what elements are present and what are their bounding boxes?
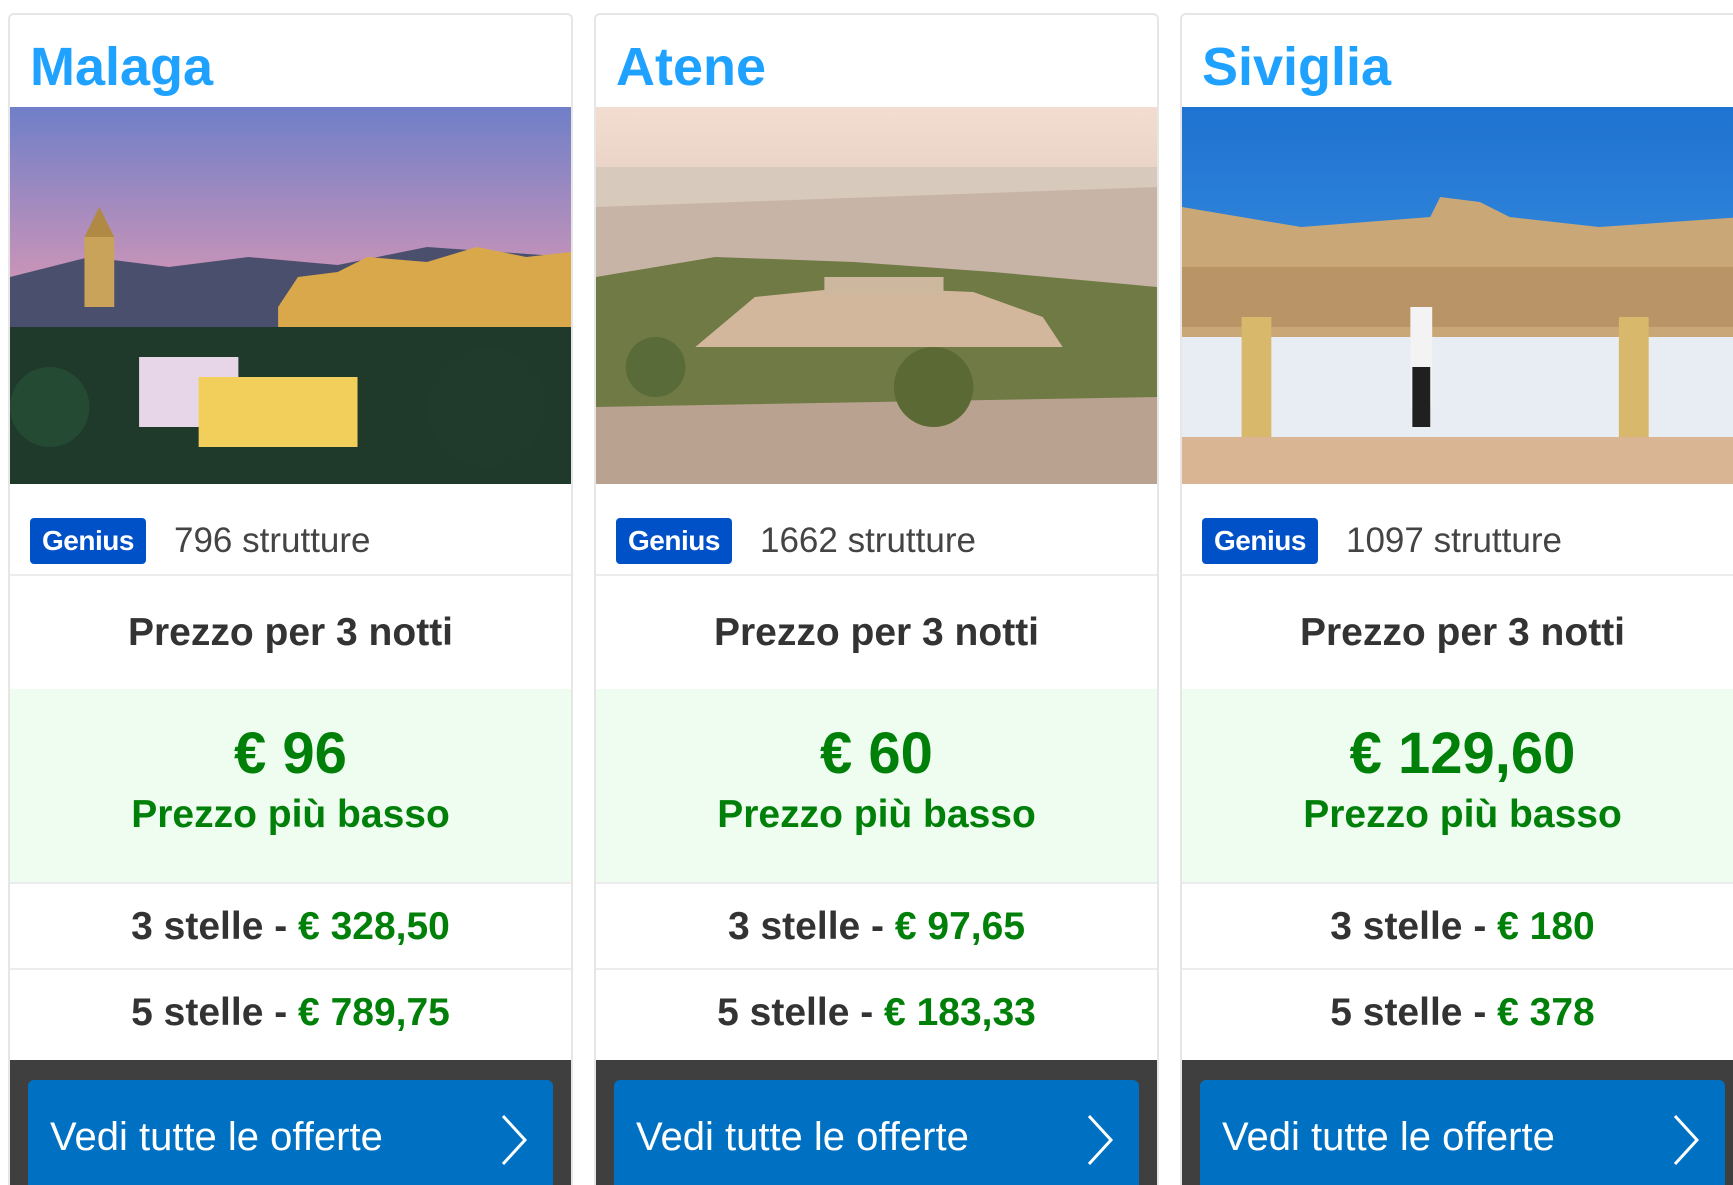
five-star-row: 5 stelle - € 378 — [1182, 970, 1733, 1056]
lowest-price: € 96 — [234, 721, 347, 786]
see-all-offers-label: Vedi tutte le offerte — [50, 1115, 383, 1159]
city-title[interactable]: Malaga — [30, 27, 213, 107]
five-star-label: 5 stelle - — [717, 991, 885, 1034]
see-all-offers-button[interactable]: Vedi tutte le offerte — [614, 1080, 1139, 1185]
five-star-label: 5 stelle - — [131, 991, 299, 1034]
city-photo[interactable] — [1182, 107, 1733, 484]
three-star-price: € 180 — [1497, 905, 1595, 948]
cta-footer: Vedi tutte le offerte — [1182, 1060, 1733, 1185]
five-star-price: € 378 — [1497, 991, 1595, 1034]
genius-badge: Genius — [1202, 518, 1318, 564]
lowest-price-label: Prezzo più basso — [717, 793, 1036, 836]
see-all-offers-label: Vedi tutte le offerte — [1222, 1115, 1555, 1159]
chevron-right-icon — [1673, 1114, 1700, 1166]
genius-badge: Genius — [616, 518, 732, 564]
nights-label: Prezzo per 3 notti — [127, 611, 454, 654]
city-title[interactable]: Atene — [616, 27, 766, 107]
see-all-offers-label: Vedi tutte le offerte — [636, 1115, 969, 1159]
genius-row: Genius 1097 strutture — [1182, 484, 1733, 576]
cta-footer: Vedi tutte le offerte — [596, 1060, 1157, 1185]
five-star-label: 5 stelle - — [1330, 991, 1498, 1034]
lowest-price-label: Prezzo più basso — [131, 793, 450, 836]
nights-label: Prezzo per 3 notti — [1299, 611, 1626, 654]
lowest-price-box: € 129,60 Prezzo più basso — [1182, 689, 1733, 884]
property-count: 796 strutture — [174, 521, 371, 560]
three-star-row: 3 stelle - € 97,65 — [596, 884, 1157, 970]
three-star-price: € 97,65 — [894, 905, 1026, 948]
see-all-offers-button[interactable]: Vedi tutte le offerte — [28, 1080, 553, 1185]
destination-card-malaga: Malaga Genius 796 strutture Prezzo per 3… — [8, 13, 573, 1185]
destination-cards: Malaga Genius 796 strutture Prezzo per 3… — [0, 0, 1733, 1185]
property-count: 1097 strutture — [1346, 521, 1562, 560]
cta-footer: Vedi tutte le offerte — [10, 1060, 571, 1185]
five-star-price: € 789,75 — [298, 991, 450, 1034]
three-star-price: € 328,50 — [298, 905, 450, 948]
lowest-price: € 129,60 — [1349, 721, 1576, 786]
destination-card-atene: Atene Genius 1662 strutture Prezzo per 3… — [594, 13, 1159, 1185]
genius-row: Genius 1662 strutture — [596, 484, 1157, 576]
five-star-row: 5 stelle - € 789,75 — [10, 970, 571, 1056]
three-star-label: 3 stelle - — [727, 905, 895, 948]
three-star-row: 3 stelle - € 180 — [1182, 884, 1733, 970]
lowest-price: € 60 — [820, 721, 933, 786]
three-star-label: 3 stelle - — [131, 905, 299, 948]
genius-row: Genius 796 strutture — [10, 484, 571, 576]
chevron-right-icon — [501, 1114, 528, 1166]
five-star-price: € 183,33 — [884, 991, 1036, 1034]
lowest-price-box: € 60 Prezzo più basso — [596, 689, 1157, 884]
city-photo[interactable] — [596, 107, 1157, 484]
three-star-label: 3 stelle - — [1330, 905, 1498, 948]
nights-label: Prezzo per 3 notti — [713, 611, 1040, 654]
destination-card-siviglia: Siviglia Genius 1097 strutture Prezzo pe… — [1180, 13, 1733, 1185]
lowest-price-label: Prezzo più basso — [1303, 793, 1622, 836]
chevron-right-icon — [1087, 1114, 1114, 1166]
see-all-offers-button[interactable]: Vedi tutte le offerte — [1200, 1080, 1725, 1185]
city-title[interactable]: Siviglia — [1202, 27, 1391, 107]
genius-badge: Genius — [30, 518, 146, 564]
lowest-price-box: € 96 Prezzo più basso — [10, 689, 571, 884]
three-star-row: 3 stelle - € 328,50 — [10, 884, 571, 970]
five-star-row: 5 stelle - € 183,33 — [596, 970, 1157, 1056]
property-count: 1662 strutture — [760, 521, 976, 560]
city-photo[interactable] — [10, 107, 571, 484]
